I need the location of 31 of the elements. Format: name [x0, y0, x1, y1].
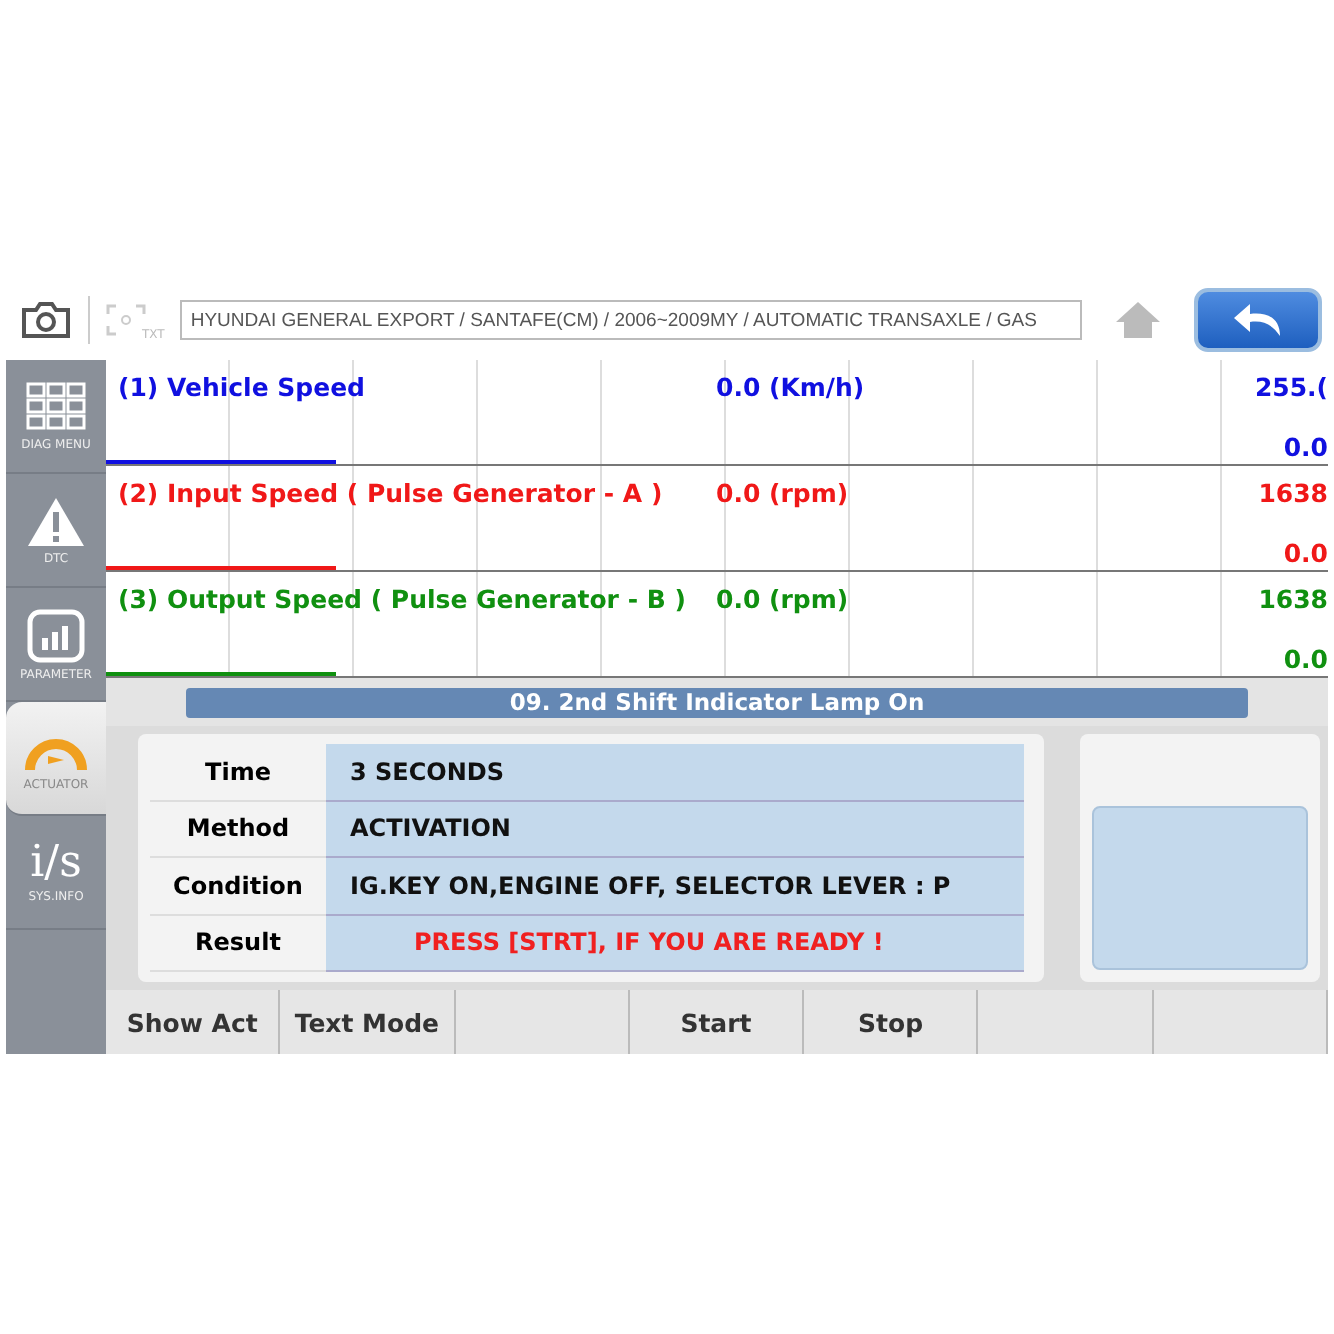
action-button[interactable]: Start	[629, 990, 805, 1054]
detail-value: PRESS [STRT], IF YOU ARE READY !	[326, 915, 1024, 972]
back-arrow-icon	[1232, 300, 1284, 340]
detail-value: IG.KEY ON,ENGINE OFF, SELECTOR LEVER : P	[326, 858, 1024, 915]
detail-value: ACTIVATION	[326, 801, 1024, 858]
action-button[interactable]: Stop	[804, 990, 979, 1054]
vehicle-path-field: HYUNDAI GENERAL EXPORT / SANTAFE(CM) / 2006~2009MY / AUTOMATIC TRANSAXLE / GAS	[180, 300, 1082, 340]
parameter-name: (2) Input Speed ( Pulse Generator - A )	[118, 478, 663, 508]
home-icon[interactable]	[1114, 300, 1162, 340]
axis-max: 1638	[1258, 478, 1328, 508]
camera-icon[interactable]	[20, 300, 72, 340]
action-button[interactable]: Text Mode	[280, 990, 456, 1054]
grid-icon	[26, 381, 86, 433]
parameter-reading: 0.0 (rpm)	[716, 478, 849, 508]
axis-min: 0.0	[1283, 644, 1328, 674]
test-title: 09. 2nd Shift Indicator Lamp On	[186, 687, 1248, 717]
parameter-name: (3) Output Speed ( Pulse Generator - B )	[118, 584, 686, 614]
capture-icon[interactable]	[106, 304, 146, 336]
detail-value: 3 SECONDS	[326, 744, 1024, 801]
axis-max: 1638	[1258, 584, 1328, 614]
parameter-reading: 0.0 (Km/h)	[716, 372, 865, 402]
bar-chart-icon	[26, 607, 86, 663]
info-glyph-icon: i/s	[30, 841, 82, 885]
action-button[interactable]: Show Act	[106, 990, 281, 1054]
parameter-reading: 0.0 (rpm)	[716, 584, 849, 614]
warning-icon	[26, 495, 86, 547]
parameter-name: (1) Vehicle Speed	[118, 372, 366, 402]
axis-min: 0.0	[1283, 538, 1328, 568]
back-button[interactable]	[1194, 288, 1322, 352]
axis-min: 0.0	[1283, 432, 1328, 462]
axis-max: 255.(	[1254, 372, 1328, 402]
